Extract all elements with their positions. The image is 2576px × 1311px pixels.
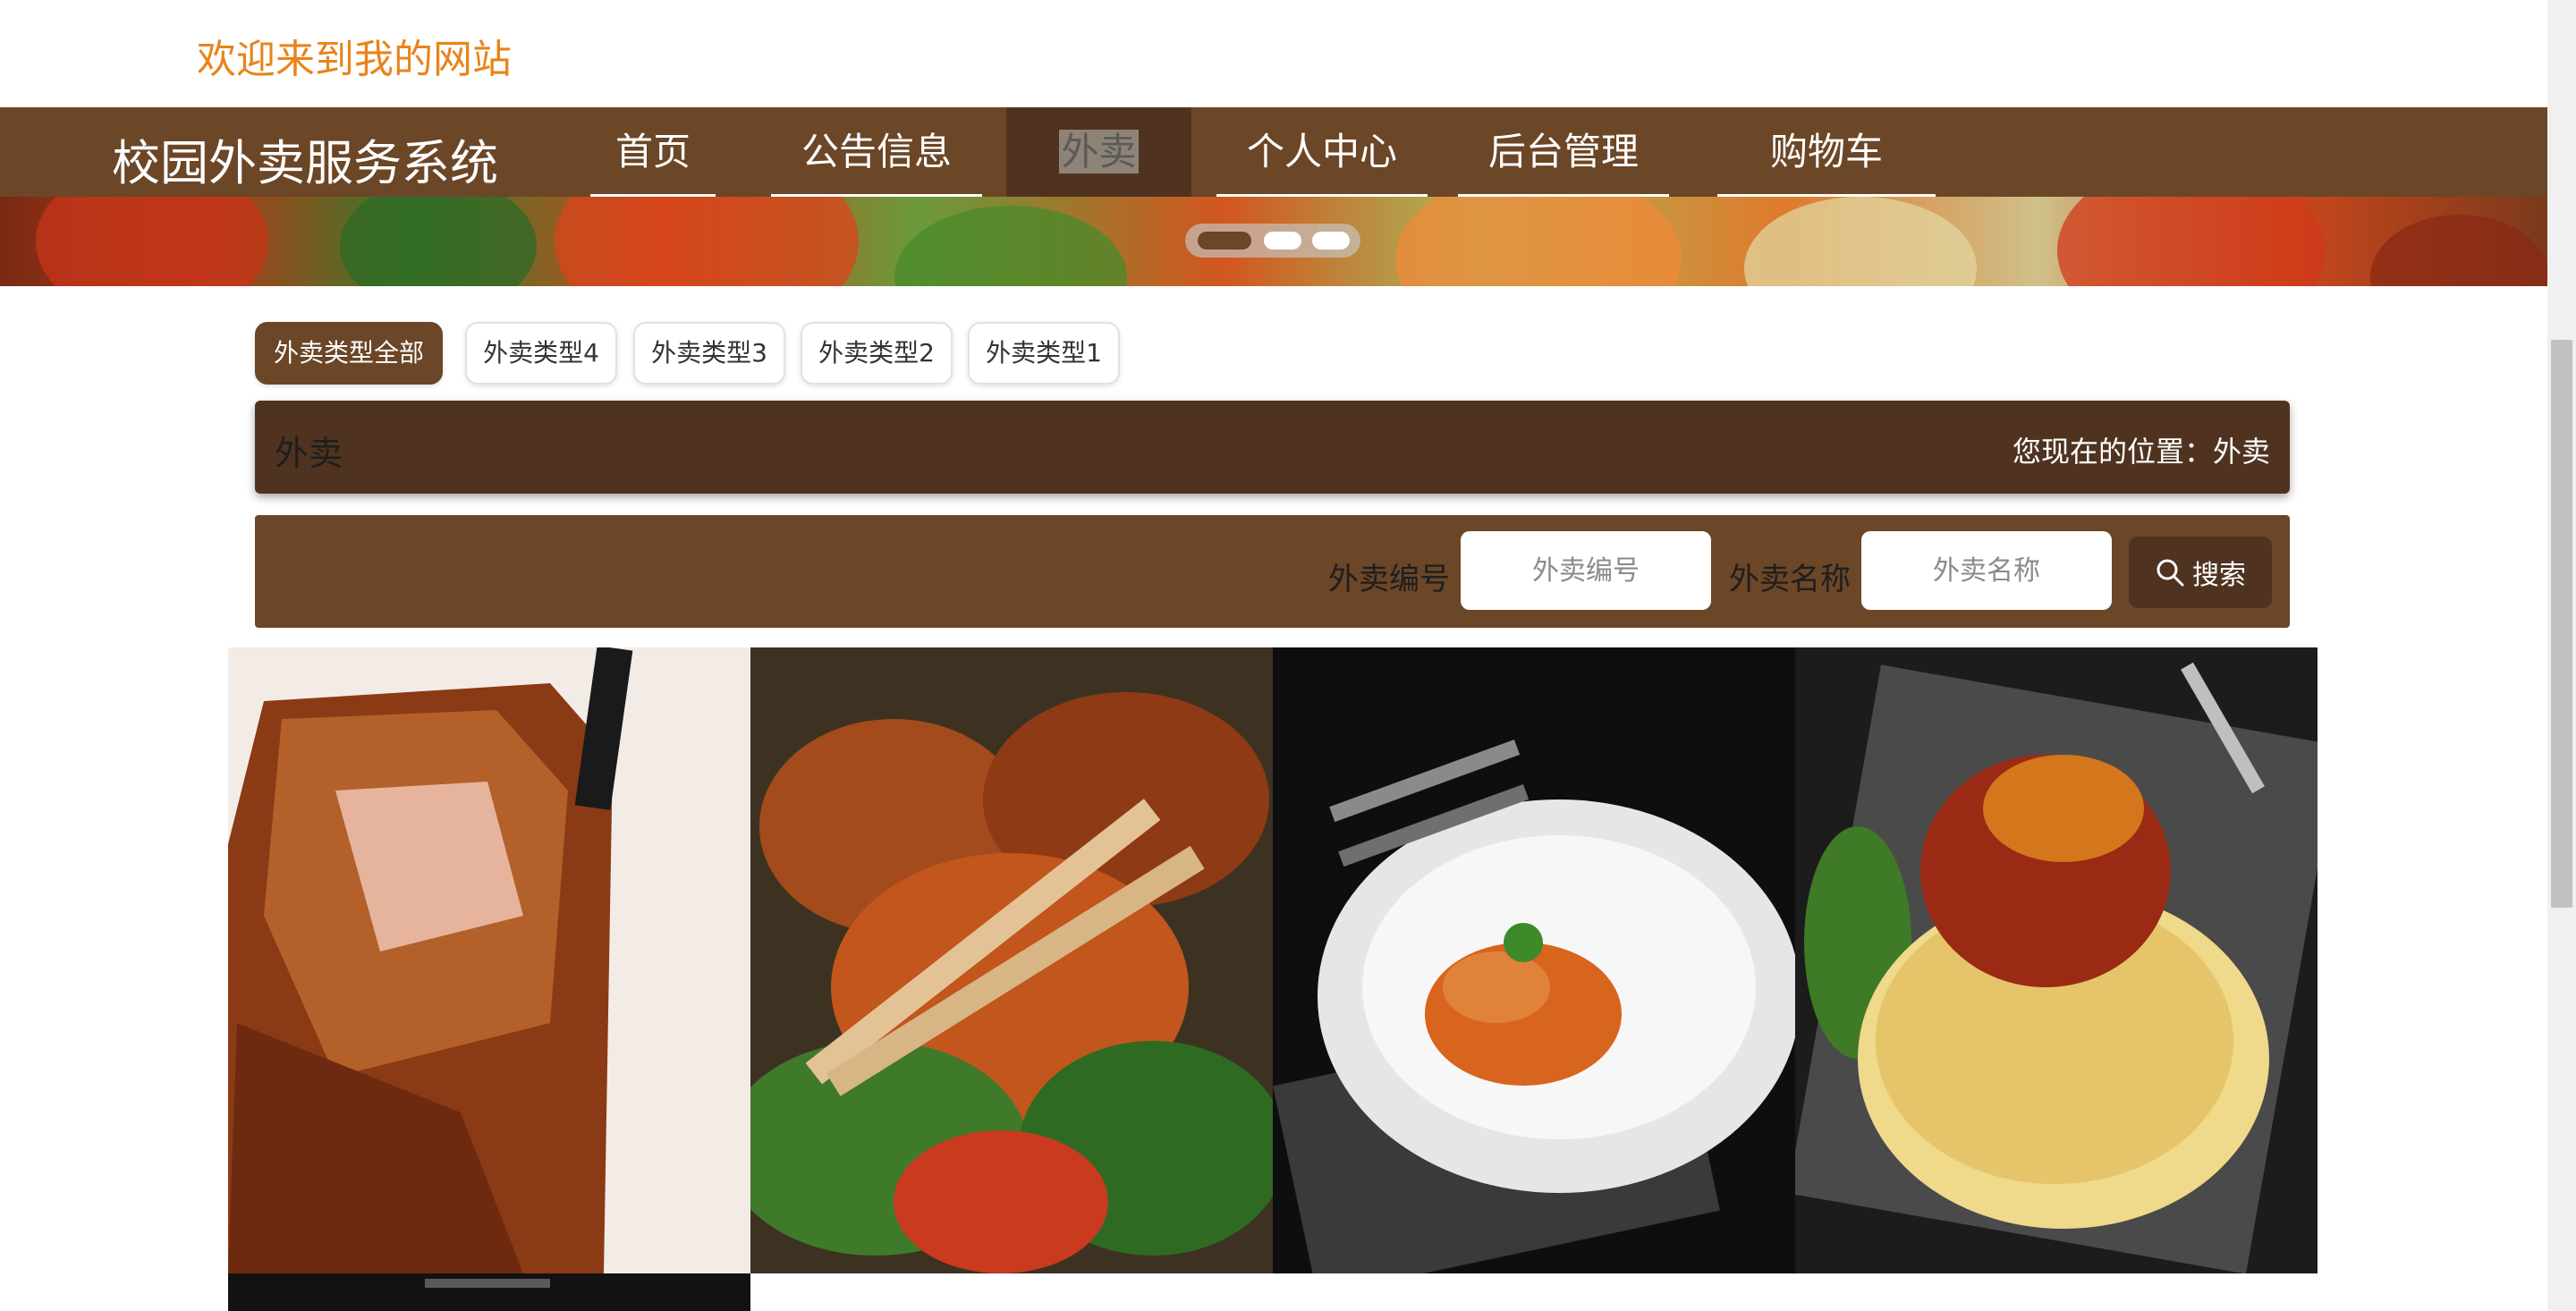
nav-item-label: 购物车 — [1769, 130, 1883, 173]
nav-item-cart[interactable]: 购物车 — [1717, 107, 1936, 197]
search-icon — [2157, 559, 2184, 587]
nav-item-label: 首页 — [614, 130, 691, 173]
dark-plate-photo-partial — [228, 1273, 750, 1311]
product-card[interactable] — [1795, 647, 2318, 1273]
category-chip-all[interactable]: 外卖类型全部 — [255, 322, 443, 385]
nav-item-announcements[interactable]: 公告信息 — [771, 107, 982, 197]
breadcrumb: 您现在的位置：外卖 — [2012, 435, 2270, 469]
search-panel: 外卖编号 外卖名称 — [255, 515, 2290, 628]
plated-sweet-sour-fish-photo — [1273, 647, 1795, 1273]
welcome-text: 欢迎来到我的网站 — [197, 37, 512, 82]
category-chip-type2[interactable]: 外卖类型2 — [801, 322, 953, 385]
banner-decoration — [2057, 197, 2326, 286]
nav-item-personal-center[interactable]: 个人中心 — [1216, 107, 1428, 197]
nav-item-label: 外卖 — [1059, 130, 1139, 173]
site-brand[interactable]: 校园外卖服务系统 — [112, 123, 498, 194]
search-button-label: 搜索 — [2192, 560, 2246, 591]
nav-item-label: 公告信息 — [801, 130, 952, 173]
main-nav: 校园外卖服务系统 首页 公告信息 外卖 个人中心 后台管理 购物车 — [0, 107, 2547, 197]
product-card[interactable] — [228, 1273, 750, 1311]
nav-item-label: 后台管理 — [1487, 130, 1639, 173]
nav-item-admin[interactable]: 后台管理 — [1458, 107, 1669, 197]
banner-decoration — [1744, 197, 1977, 286]
carousel-dot[interactable] — [1198, 232, 1251, 250]
spaghetti-bolognese-photo — [1795, 647, 2318, 1273]
category-chip-type1[interactable]: 外卖类型1 — [968, 322, 1120, 385]
carousel-indicators — [1185, 224, 1360, 258]
breadcrumb-bar: 外卖 您现在的位置：外卖 — [255, 401, 2290, 494]
product-card[interactable] — [228, 647, 750, 1273]
scrollbar-thumb[interactable] — [2551, 340, 2572, 908]
banner-decoration — [894, 206, 1127, 286]
nav-item-home[interactable]: 首页 — [590, 107, 716, 197]
banner-decoration — [36, 197, 268, 286]
top-header: 欢迎来到我的网站 — [0, 0, 2547, 107]
category-chip-type3[interactable]: 外卖类型3 — [633, 322, 785, 385]
name-label: 外卖名称 — [1729, 562, 1851, 597]
nav-item-takeout[interactable]: 外卖 — [1006, 107, 1191, 197]
page-scrollbar[interactable] — [2547, 0, 2576, 1311]
code-search-input[interactable] — [1461, 531, 1711, 610]
carousel-dot[interactable] — [1312, 232, 1350, 250]
stir-fried-pork-with-chopsticks-photo — [750, 647, 1273, 1273]
page-title: 外卖 — [275, 434, 343, 473]
nav-item-label: 个人中心 — [1246, 130, 1397, 173]
search-button[interactable]: 搜索 — [2129, 537, 2272, 608]
banner-decoration — [1395, 197, 1682, 286]
braised-pork-belly-photo — [228, 647, 750, 1273]
banner-decoration — [2370, 215, 2547, 286]
carousel-dot[interactable] — [1264, 232, 1301, 250]
category-chip-type4[interactable]: 外卖类型4 — [465, 322, 617, 385]
banner-decoration — [340, 197, 537, 286]
code-label: 外卖编号 — [1328, 562, 1450, 597]
banner-decoration — [555, 197, 859, 286]
product-card[interactable] — [750, 647, 1273, 1273]
name-search-input[interactable] — [1861, 531, 2112, 610]
product-card[interactable] — [1273, 647, 1795, 1273]
